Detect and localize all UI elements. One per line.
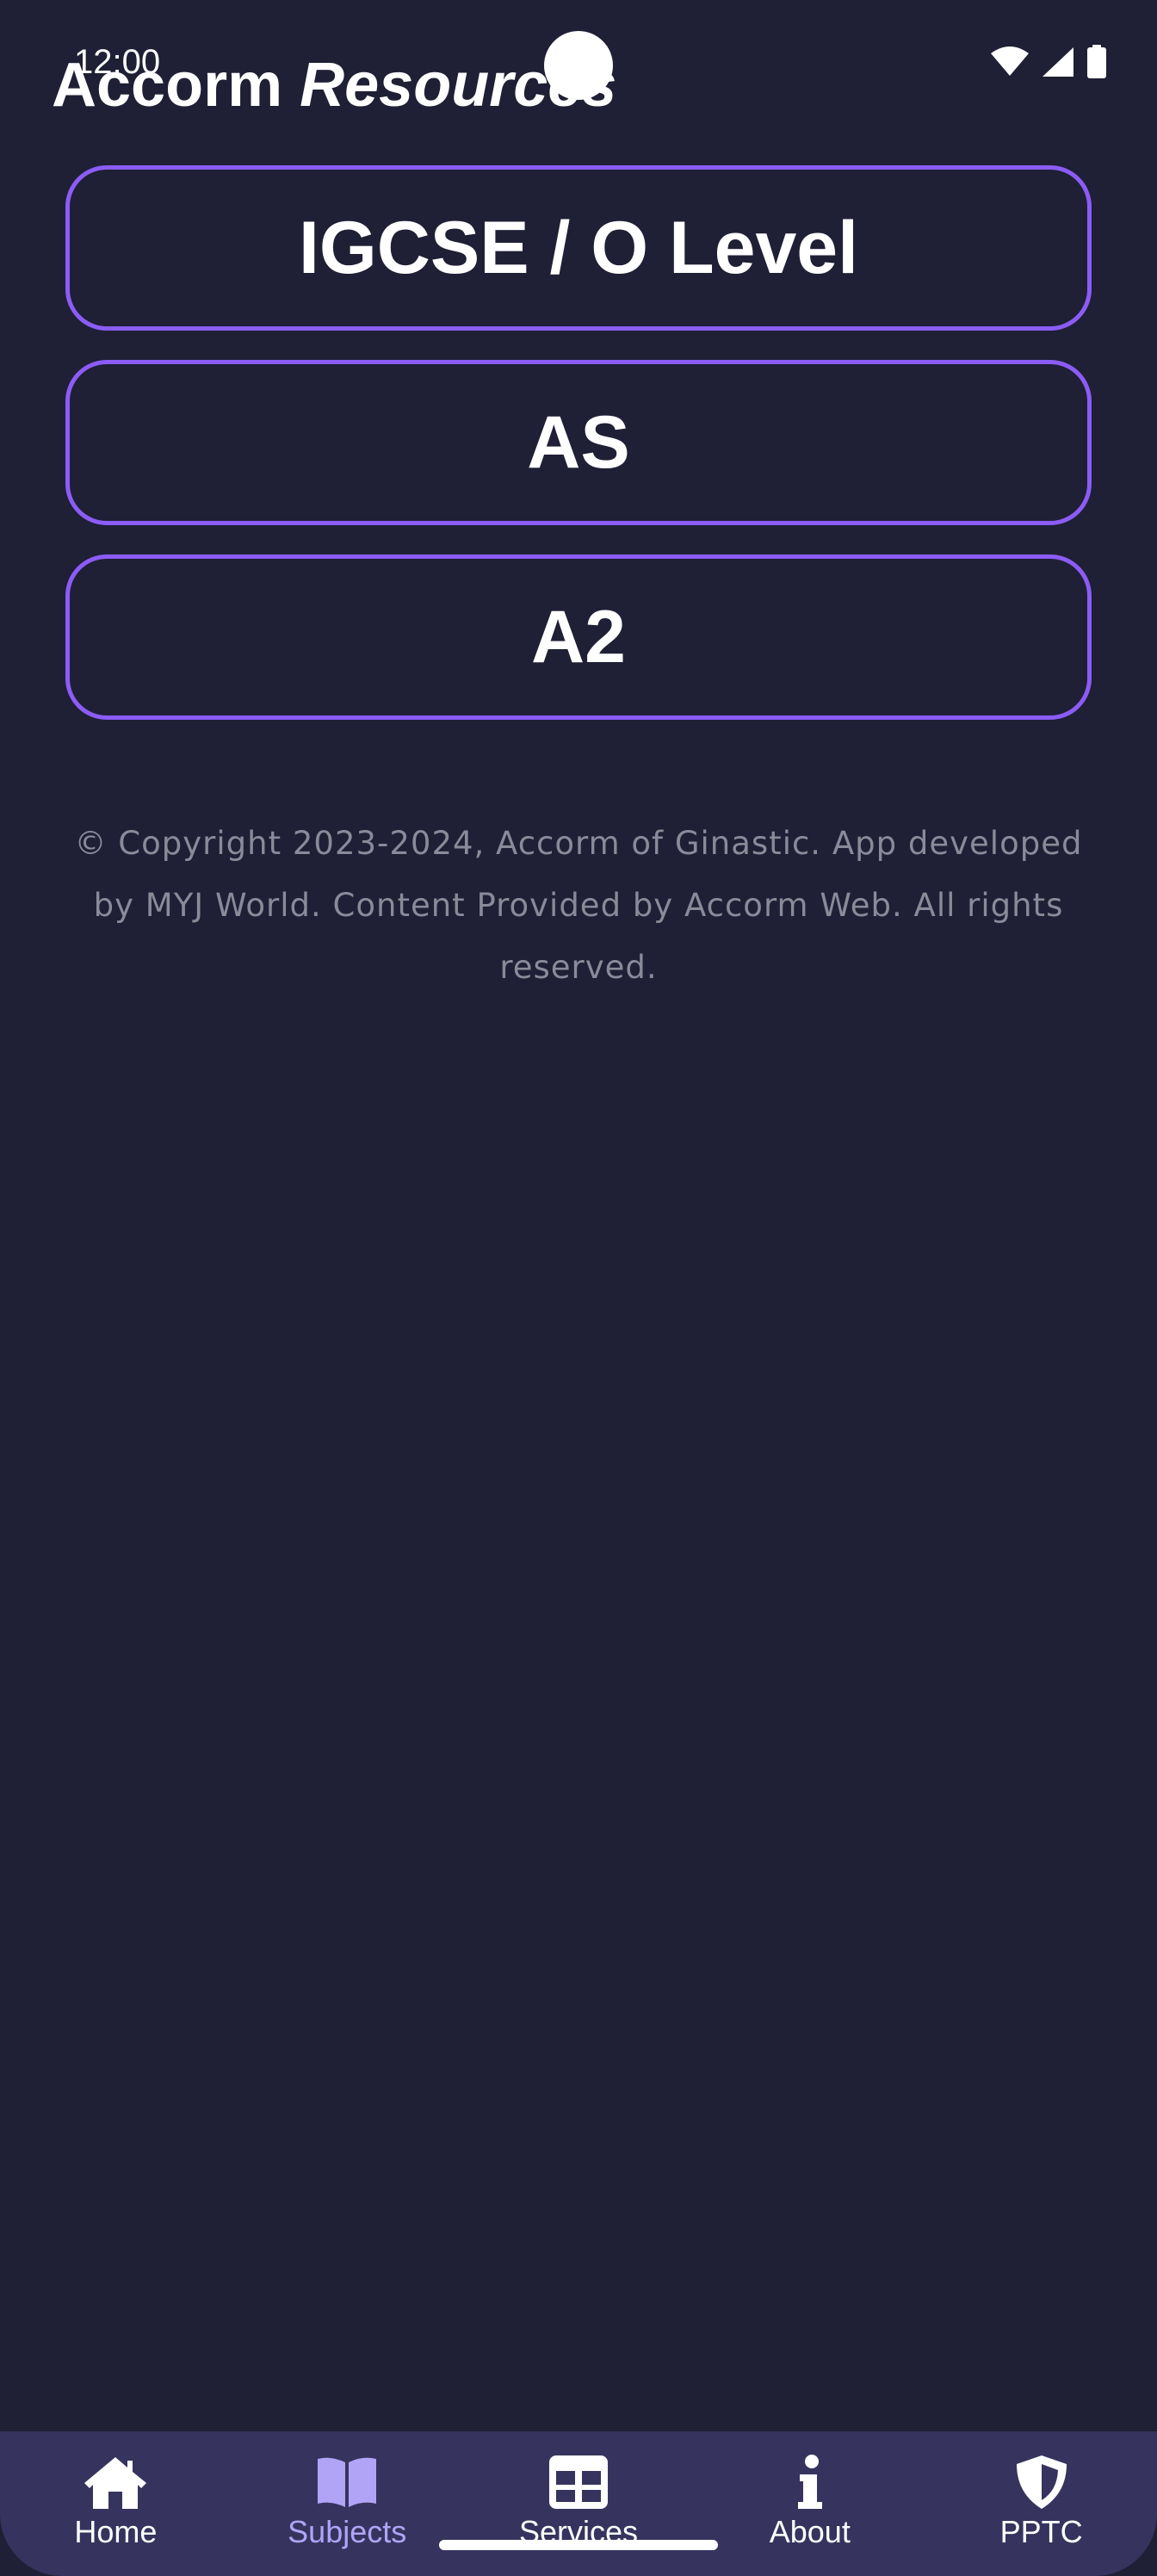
app-screen: 12:00 Accorm Resources IGCSE / O Level A… [0, 0, 1157, 2576]
info-icon [797, 2455, 822, 2509]
igcse-o-level-button[interactable]: IGCSE / O Level [65, 165, 1092, 331]
table-icon [548, 2455, 608, 2509]
nav-item-services[interactable]: Services [463, 2431, 695, 2576]
nav-label-home: Home [74, 2514, 158, 2549]
shield-icon [1016, 2455, 1067, 2509]
app-title: Accorm Resources [52, 50, 616, 121]
nav-item-about[interactable]: About [694, 2431, 925, 2576]
app-title-main: Accorm [52, 51, 283, 120]
nav-label-pptc: PPTC [999, 2514, 1083, 2549]
nav-label-about: About [769, 2514, 851, 2549]
status-icons [990, 45, 1107, 79]
bottom-navigation: Home Subjects Services About PPTC [0, 2431, 1157, 2576]
home-icon [84, 2457, 147, 2509]
book-icon [318, 2457, 377, 2507]
cellular-signal-icon [1043, 47, 1073, 77]
battery-icon [1087, 45, 1106, 78]
nav-label-subjects: Subjects [288, 2514, 407, 2549]
a2-level-button[interactable]: A2 [65, 554, 1092, 720]
nav-item-subjects[interactable]: Subjects [232, 2431, 463, 2576]
wifi-icon [991, 46, 1029, 76]
copyright-text: © Copyright 2023-2024, Accorm of Ginasti… [74, 825, 1083, 986]
app-title-italic: Resources [300, 51, 617, 120]
nav-item-home[interactable]: Home [0, 2431, 232, 2576]
level-list: IGCSE / O Level AS A2 [65, 165, 1092, 720]
gesture-home-indicator[interactable] [439, 2540, 718, 2550]
as-level-button[interactable]: AS [65, 360, 1092, 525]
nav-item-pptc[interactable]: PPTC [925, 2431, 1157, 2576]
